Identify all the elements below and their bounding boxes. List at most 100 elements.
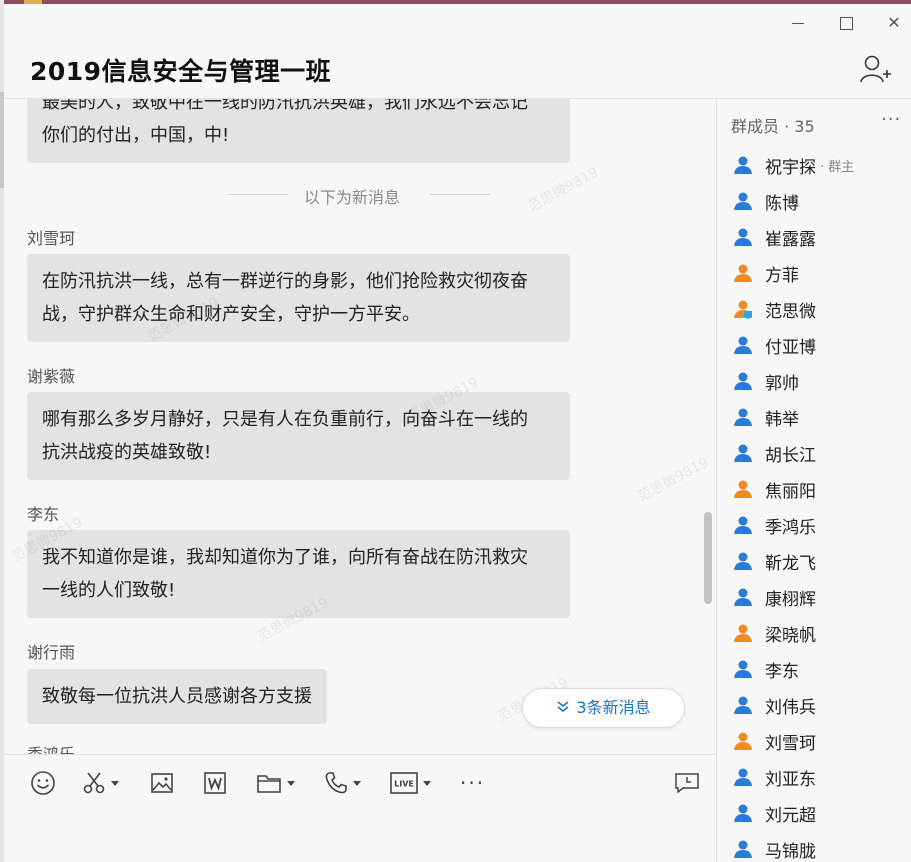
chevron-down-icon[interactable] <box>287 780 295 786</box>
user-avatar-icon <box>733 191 753 211</box>
member-item[interactable]: 靳龙飞 <box>733 546 816 576</box>
folder-button[interactable] <box>256 769 295 797</box>
message-line: 致敬每一位抗洪人员感谢各方支援 <box>42 686 312 707</box>
live-button[interactable]: LIVE <box>390 769 431 797</box>
chat-message-area[interactable]: 最美的人，致敬中在一线的防汛抗洪英雄，我们永远不会忘记 你们的付出，中国，中! … <box>4 99 716 754</box>
message-line: 抗洪战疫的英雄致敬! <box>42 442 212 463</box>
member-item[interactable]: 马锦胧 <box>733 834 816 862</box>
word-doc-button[interactable] <box>203 769 227 797</box>
add-member-icon <box>860 55 891 83</box>
add-member-button[interactable] <box>858 52 892 86</box>
more-tools-button[interactable]: ··· <box>460 769 485 797</box>
member-item[interactable]: 刘雪珂 <box>733 726 816 756</box>
divider-line-left <box>228 194 288 195</box>
input-toolbar: LIVE ··· <box>4 754 716 862</box>
message-sender: 刘雪珂 <box>27 229 76 248</box>
top-strip-accent <box>24 0 42 4</box>
user-avatar-icon <box>733 767 753 787</box>
member-name: 焦丽阳 <box>765 481 816 502</box>
screenshot-button[interactable] <box>82 769 119 797</box>
member-item[interactable]: 刘元超 <box>733 798 816 828</box>
new-messages-divider: 以下为新消息 <box>304 188 401 207</box>
user-avatar-icon <box>733 587 753 607</box>
member-item[interactable]: 崔露露 <box>733 222 816 252</box>
phone-button[interactable] <box>324 769 361 797</box>
minimize-button[interactable] <box>788 13 808 33</box>
member-item[interactable]: 焦丽阳 <box>733 474 816 504</box>
user-avatar-icon <box>733 839 753 859</box>
member-item[interactable]: 韩举 <box>733 402 799 432</box>
member-name: 马锦胧 <box>765 841 816 862</box>
message-bubble: 哪有那么多岁月静好，只是有人在负重前行，向奋斗在一线的 抗洪战疫的英雄致敬! <box>27 392 570 480</box>
member-name: 胡长江 <box>765 445 816 466</box>
user-avatar-icon <box>733 263 753 283</box>
chat-scrollbar[interactable] <box>704 512 712 604</box>
member-item[interactable]: 胡长江 <box>733 438 816 468</box>
member-item[interactable]: 陈博 <box>733 186 799 216</box>
message-line: 战，守护群众生命和财产安全，守护一方平安。 <box>42 304 420 325</box>
member-item[interactable]: 季鸿乐 <box>733 510 816 540</box>
member-list-panel[interactable]: 群成员 · 35 ··· 祝宇探 · 群主 陈博 崔露露 方菲 范思微 付亚博 郭帅 韩举 胡长江… <box>716 99 911 862</box>
member-name: 梁晓帆 <box>765 625 816 646</box>
message-line: 哪有那么多岁月静好，只是有人在负重前行，向奋斗在一线的 <box>42 409 528 430</box>
member-item[interactable]: 康栩辉 <box>733 582 816 612</box>
folder-icon <box>257 775 281 793</box>
watermark: 范思微9819 <box>525 164 602 216</box>
member-item[interactable]: 梁晓帆 <box>733 618 816 648</box>
member-item[interactable]: 郭帅 <box>733 366 799 396</box>
message-line: 最美的人，致敬中在一线的防汛抗洪英雄，我们永远不会忘记 <box>42 99 528 113</box>
member-item[interactable]: 刘亚东 <box>733 762 816 792</box>
member-name: 康栩辉 <box>765 589 816 610</box>
member-name: 祝宇探 <box>765 157 816 178</box>
top-strip <box>4 0 911 4</box>
user-avatar-icon <box>733 515 753 535</box>
message-line: 一线的人们致敬! <box>42 580 176 601</box>
new-messages-button[interactable]: 3条新消息 <box>522 688 685 728</box>
user-avatar-icon <box>733 695 753 715</box>
member-name: 范思微 <box>765 301 816 322</box>
member-item[interactable]: 刘伟兵 <box>733 690 816 720</box>
new-messages-label: 3条新消息 <box>576 698 651 717</box>
message-bubble: 我不知道你是谁，我却知道你为了谁，向所有奋战在防汛救灾 一线的人们致敬! <box>27 530 570 618</box>
member-item[interactable]: 祝宇探 · 群主 <box>733 150 854 180</box>
live-label: LIVE <box>394 780 414 789</box>
divider-line-right <box>430 194 490 195</box>
user-avatar-icon <box>733 623 753 643</box>
image-button[interactable] <box>150 769 174 797</box>
member-name: 刘元超 <box>765 805 816 826</box>
member-item[interactable]: 李东 <box>733 654 799 684</box>
user-avatar-icon <box>733 155 753 175</box>
user-avatar-icon <box>733 659 753 679</box>
message-sender: 李东 <box>27 505 60 524</box>
image-icon <box>151 773 173 793</box>
chevron-down-icon[interactable] <box>353 780 361 786</box>
member-item[interactable]: 方菲 <box>733 258 799 288</box>
message-bubble: 致敬每一位抗洪人员感谢各方支援 <box>27 669 327 724</box>
word-doc-icon <box>204 772 226 794</box>
member-item[interactable]: 付亚博 <box>733 330 816 360</box>
message-sender: 季鸿乐 <box>27 741 75 754</box>
chevron-down-icon <box>556 690 570 728</box>
member-name: 刘雪珂 <box>765 733 816 754</box>
emoji-button[interactable] <box>30 769 56 797</box>
chat-title: 2019信息安全与管理一班 <box>30 57 332 86</box>
chat-history-button[interactable] <box>674 769 700 797</box>
chevron-down-icon[interactable] <box>423 780 431 786</box>
phone-icon <box>325 772 347 794</box>
member-item[interactable]: 范思微 <box>733 294 816 324</box>
chevron-down-icon[interactable] <box>111 780 119 786</box>
member-name: 刘亚东 <box>765 769 816 790</box>
user-avatar-icon <box>733 371 753 391</box>
user-avatar-icon <box>733 407 753 427</box>
watermark: 范思微9819 <box>635 454 712 506</box>
user-avatar-icon <box>733 803 753 823</box>
member-list-more-button[interactable]: ··· <box>881 109 901 130</box>
member-name: 方菲 <box>765 265 799 286</box>
member-name: 陈博 <box>765 193 799 214</box>
member-name: 付亚博 <box>765 337 816 358</box>
chat-history-icon <box>675 773 699 794</box>
close-button[interactable]: ✕ <box>884 13 904 33</box>
maximize-button[interactable] <box>836 13 856 33</box>
message-line: 我不知道你是谁，我却知道你为了谁，向所有奋战在防汛救灾 <box>42 547 528 568</box>
user-avatar-icon <box>733 551 753 571</box>
